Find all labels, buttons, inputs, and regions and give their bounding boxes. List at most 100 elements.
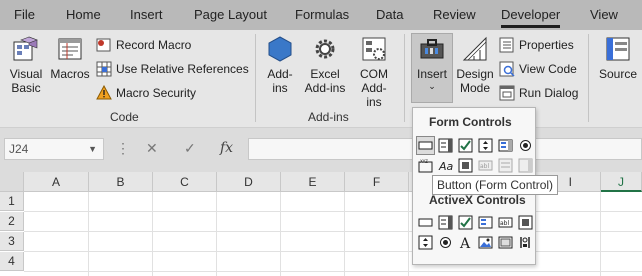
activex-combo-box-icon[interactable]	[436, 213, 455, 232]
activex-list-box-icon[interactable]	[476, 213, 495, 232]
activex-spin-button-icon[interactable]	[416, 233, 435, 252]
add-ins-button[interactable]: Add-ins	[262, 34, 298, 95]
activex-label-icon[interactable]: A	[456, 233, 475, 252]
source-button[interactable]: Source	[596, 34, 640, 81]
tab-review[interactable]: Review	[433, 7, 476, 22]
source-label: Source	[598, 67, 638, 81]
column-header[interactable]: E	[281, 172, 345, 192]
svg-text:XYZ: XYZ	[420, 159, 428, 164]
design-mode-button[interactable]: Design Mode	[455, 34, 495, 95]
grid-line	[216, 192, 217, 276]
chevron-down-icon[interactable]: ▼	[88, 139, 97, 159]
activex-controls-row: A	[416, 233, 535, 253]
add-ins-icon	[268, 36, 292, 62]
ribbon: Visual Basic Macros Record Macro Use Rel	[0, 30, 642, 128]
list-box-icon[interactable]	[496, 136, 515, 155]
properties-label: Properties	[519, 38, 574, 52]
tab-page-layout[interactable]: Page Layout	[194, 7, 267, 22]
macros-button[interactable]: Macros	[50, 34, 90, 81]
select-all-corner[interactable]	[0, 172, 24, 192]
scroll-bar-icon[interactable]	[456, 156, 475, 175]
column-header[interactable]: F	[345, 172, 409, 192]
com-add-ins-button[interactable]: COM Add-ins	[352, 34, 396, 109]
visual-basic-label: Visual Basic	[9, 67, 43, 95]
grid-line	[280, 192, 281, 276]
chevron-down-icon: ⌄	[428, 81, 436, 91]
form-controls-row	[416, 136, 535, 156]
tab-developer[interactable]: Developer	[501, 7, 561, 28]
tab-view[interactable]: View	[590, 7, 618, 22]
column-header[interactable]: C	[153, 172, 217, 192]
svg-text:Aa: Aa	[438, 160, 453, 173]
row-header[interactable]: 2	[0, 212, 24, 231]
formula-bar: J24 ▼ ⋮ ✕ ✓ fx	[0, 128, 642, 172]
add-ins-group-label: Add-ins	[308, 110, 349, 124]
label-icon[interactable]: Aa	[436, 156, 455, 175]
use-relative-references-button[interactable]: Use Relative References	[96, 59, 249, 79]
grid-line	[24, 271, 642, 272]
view-code-icon	[499, 61, 515, 77]
tab-file[interactable]: File	[14, 7, 35, 22]
spin-button-icon[interactable]	[476, 136, 495, 155]
column-header[interactable]: D	[217, 172, 281, 192]
warning-icon	[96, 85, 112, 100]
image-icon[interactable]	[476, 233, 495, 252]
design-mode-icon	[462, 36, 487, 61]
macro-security-label: Macro Security	[116, 86, 197, 100]
run-dialog-label: Run Dialog	[519, 86, 579, 100]
activex-option-button-icon[interactable]	[436, 233, 455, 252]
enter-icon[interactable]: ✓	[184, 140, 196, 157]
insert-function-icon[interactable]: fx	[220, 140, 233, 156]
record-macro-button[interactable]: Record Macro	[96, 35, 191, 55]
record-macro-label: Record Macro	[116, 38, 192, 52]
combo-dropdown-edit-icon[interactable]	[516, 156, 535, 175]
run-dialog-icon	[499, 85, 515, 101]
group-box-icon[interactable]: XYZ	[416, 156, 435, 175]
row-header[interactable]: 1	[0, 192, 24, 211]
text-box-icon[interactable]: abl	[496, 213, 515, 232]
toggle-button-icon[interactable]	[496, 233, 515, 252]
source-icon	[606, 37, 630, 61]
record-macro-icon	[96, 38, 111, 52]
grid-line	[344, 192, 345, 276]
more-controls-icon[interactable]	[516, 233, 535, 252]
add-ins-label: Add-ins	[267, 67, 293, 95]
grid-line	[24, 251, 642, 252]
form-controls-row: XYZ Aa abl	[416, 156, 535, 176]
option-button-icon[interactable]	[516, 136, 535, 155]
combo-list-edit-icon[interactable]	[496, 156, 515, 175]
form-controls-heading: Form Controls	[429, 115, 512, 129]
row-header[interactable]: 4	[0, 252, 24, 271]
cancel-icon[interactable]: ✕	[146, 140, 158, 157]
tab-insert[interactable]: Insert	[130, 7, 163, 22]
visual-basic-button[interactable]: Visual Basic	[6, 34, 46, 95]
insert-controls-button[interactable]: Insert ⌄	[411, 33, 453, 103]
more-options-icon[interactable]: ⋮	[116, 140, 130, 157]
button-form-control-icon[interactable]	[416, 136, 435, 155]
name-box[interactable]: J24 ▼	[4, 138, 104, 160]
combo-box-icon[interactable]	[436, 136, 455, 155]
activex-scroll-bar-icon[interactable]	[516, 213, 535, 232]
column-header[interactable]: J	[601, 172, 642, 192]
code-group-label: Code	[110, 110, 139, 124]
text-field-icon[interactable]: abl	[476, 156, 495, 175]
row-header[interactable]: 3	[0, 232, 24, 251]
activex-check-box-icon[interactable]	[456, 213, 475, 232]
column-header[interactable]: A	[24, 172, 89, 192]
run-dialog-button[interactable]: Run Dialog	[499, 83, 578, 103]
tab-data[interactable]: Data	[376, 7, 403, 22]
toolbox-icon	[420, 39, 444, 59]
tab-home[interactable]: Home	[66, 7, 101, 22]
excel-add-ins-button[interactable]: Excel Add-ins	[302, 34, 348, 95]
column-header[interactable]: B	[89, 172, 153, 192]
properties-button[interactable]: Properties	[499, 35, 574, 55]
check-box-icon[interactable]	[456, 136, 475, 155]
macros-icon	[58, 38, 82, 60]
command-button-icon[interactable]	[416, 213, 435, 232]
tab-formulas[interactable]: Formulas	[295, 7, 349, 22]
activex-controls-row: abl	[416, 213, 535, 233]
view-code-button[interactable]: View Code	[499, 59, 577, 79]
macro-security-button[interactable]: Macro Security	[96, 83, 196, 103]
excel-add-ins-label: Excel Add-ins	[304, 67, 346, 95]
group-separator	[588, 34, 589, 122]
